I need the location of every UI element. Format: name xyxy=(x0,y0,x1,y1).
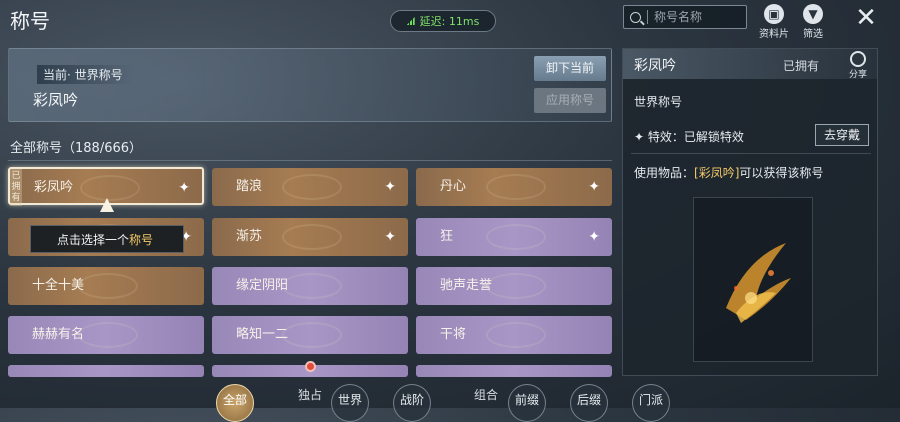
phoenix-effect-icon xyxy=(726,243,791,323)
title-tile[interactable] xyxy=(8,365,204,377)
combo-group-label: 组合 xyxy=(474,388,499,402)
filter-world-button[interactable]: 世界 xyxy=(331,384,369,422)
search-icon xyxy=(630,11,641,23)
sparkle-icon: ✦ xyxy=(178,180,190,196)
filter-label: 筛选 xyxy=(803,29,823,40)
tile-ornament xyxy=(486,174,546,200)
solo-group-label: 独占 xyxy=(298,388,323,402)
detail-divider xyxy=(631,153,871,154)
sparkle-icon: ✦ xyxy=(588,229,600,245)
title-tile[interactable]: 驰声走誉 xyxy=(416,267,612,305)
latency-badge: 延迟: 11ms xyxy=(390,10,496,32)
tile-label: 赫赫有名 xyxy=(32,327,85,342)
sparkle-icon: ✦ xyxy=(634,130,648,144)
share-button[interactable]: 分享 xyxy=(845,51,871,80)
sparkle-icon: ✦ xyxy=(384,229,396,245)
sparkle-icon: ✦ xyxy=(384,179,396,195)
tile-ornament xyxy=(282,273,342,299)
list-divider xyxy=(8,160,612,161)
sparkle-icon: ✦ xyxy=(588,179,600,195)
use-suffix: 可以获得该称号 xyxy=(739,166,824,180)
filter-icon: ▼ xyxy=(803,4,823,24)
all-titles-label: 全部称号（188/666） xyxy=(10,141,143,156)
current-title-label: 当前· 世界称号 xyxy=(37,65,133,84)
title-tile[interactable]: 狂 ✦ xyxy=(416,218,612,256)
current-title-panel: 当前· 世界称号 彩凤吟 xyxy=(8,48,612,122)
tile-label: 驰声走誉 xyxy=(440,278,493,293)
search-divider xyxy=(647,10,648,24)
detail-effect-text: 特效：已解锁特效 xyxy=(647,130,744,144)
title-tile[interactable] xyxy=(416,365,612,377)
search-box[interactable] xyxy=(623,5,747,29)
tile-ornament xyxy=(486,224,546,250)
tile-ornament xyxy=(486,273,546,299)
detail-name: 彩凤吟 xyxy=(634,58,676,74)
tile-label: 干将 xyxy=(440,327,467,342)
owned-tag: 已拥有 xyxy=(10,169,22,206)
use-prefix: 使用物品： xyxy=(634,166,695,180)
share-label: 分享 xyxy=(848,70,867,80)
title-tile[interactable]: 踏浪 ✦ xyxy=(212,168,408,206)
title-tile[interactable]: 缘定阴阳 xyxy=(212,267,408,305)
profile-button[interactable]: ▣ 资料片 xyxy=(757,4,791,40)
tile-ornament xyxy=(78,322,138,348)
title-tile[interactable]: 略知一二 xyxy=(212,316,408,354)
latency-text: 延迟: 11ms xyxy=(419,15,480,28)
profile-icon: ▣ xyxy=(764,4,784,24)
tile-label: 狂 xyxy=(440,229,454,244)
unload-button[interactable]: 卸下当前 xyxy=(534,56,606,81)
tile-label: 踏浪 xyxy=(236,179,263,194)
detail-owned: 已拥有 xyxy=(783,59,820,73)
apply-button[interactable]: 应用称号 xyxy=(534,88,606,113)
tile-label: 十全十美 xyxy=(32,278,85,293)
signal-icon xyxy=(406,17,415,25)
search-input[interactable] xyxy=(654,10,744,24)
title-preview xyxy=(693,197,813,362)
page-title: 称号 xyxy=(10,9,50,33)
notification-dot xyxy=(305,361,316,372)
tile-ornament xyxy=(486,322,546,348)
tile-ornament xyxy=(78,273,138,299)
filter-all-button[interactable]: 全部 xyxy=(216,384,254,422)
detail-header: 彩凤吟 已拥有 分享 xyxy=(623,49,877,80)
tile-ornament xyxy=(282,174,342,200)
tile-label: 缘定阴阳 xyxy=(236,278,289,293)
tile-ornament xyxy=(282,224,342,250)
title-tile[interactable]: 干将 xyxy=(416,316,612,354)
tile-ornament xyxy=(282,322,342,348)
title-tile[interactable]: 赫赫有名 xyxy=(8,316,204,354)
tooltip-text: 点击选择一个 xyxy=(57,233,130,247)
title-tile[interactable]: 丹心 ✦ xyxy=(416,168,612,206)
tile-label: 丹心 xyxy=(440,179,467,194)
tile-label: 渐苏 xyxy=(236,229,263,244)
detail-panel: 彩凤吟 已拥有 分享 世界称号 ✦ 特效：已解锁特效 去穿戴 使用物品：[彩凤吟… xyxy=(622,48,878,376)
tile-label: 彩凤吟 xyxy=(34,180,74,195)
detail-category: 世界称号 xyxy=(634,95,683,109)
tooltip-pointer xyxy=(100,198,114,212)
title-tile[interactable]: 渐苏 ✦ xyxy=(212,218,408,256)
tile-label: 略知一二 xyxy=(236,327,289,342)
hint-tooltip: 点击选择一个称号 xyxy=(30,225,184,253)
tooltip-highlight: 称号 xyxy=(129,233,154,247)
detail-effect: ✦ 特效：已解锁特效 xyxy=(634,128,744,145)
use-item: [彩凤吟] xyxy=(694,166,740,180)
title-tile[interactable]: 十全十美 xyxy=(8,267,204,305)
current-title-name: 彩凤吟 xyxy=(33,91,79,109)
filter-rank-button[interactable]: 战阶 xyxy=(393,384,431,422)
filter-sect-button[interactable]: 门派 xyxy=(632,384,670,422)
top-bar: 称号 延迟: 11ms ▣ 资料片 ▼ 筛选 ✕ xyxy=(0,0,900,40)
wear-button[interactable]: 去穿戴 xyxy=(815,124,869,146)
close-icon[interactable]: ✕ xyxy=(852,4,880,32)
filter-button[interactable]: ▼ 筛选 xyxy=(796,4,830,40)
filter-suffix-button[interactable]: 后缀 xyxy=(570,384,608,422)
profile-label: 资料片 xyxy=(759,29,789,40)
detail-use: 使用物品：[彩凤吟]可以获得该称号 xyxy=(634,164,823,181)
share-icon xyxy=(850,51,866,67)
filter-prefix-button[interactable]: 前缀 xyxy=(508,384,546,422)
